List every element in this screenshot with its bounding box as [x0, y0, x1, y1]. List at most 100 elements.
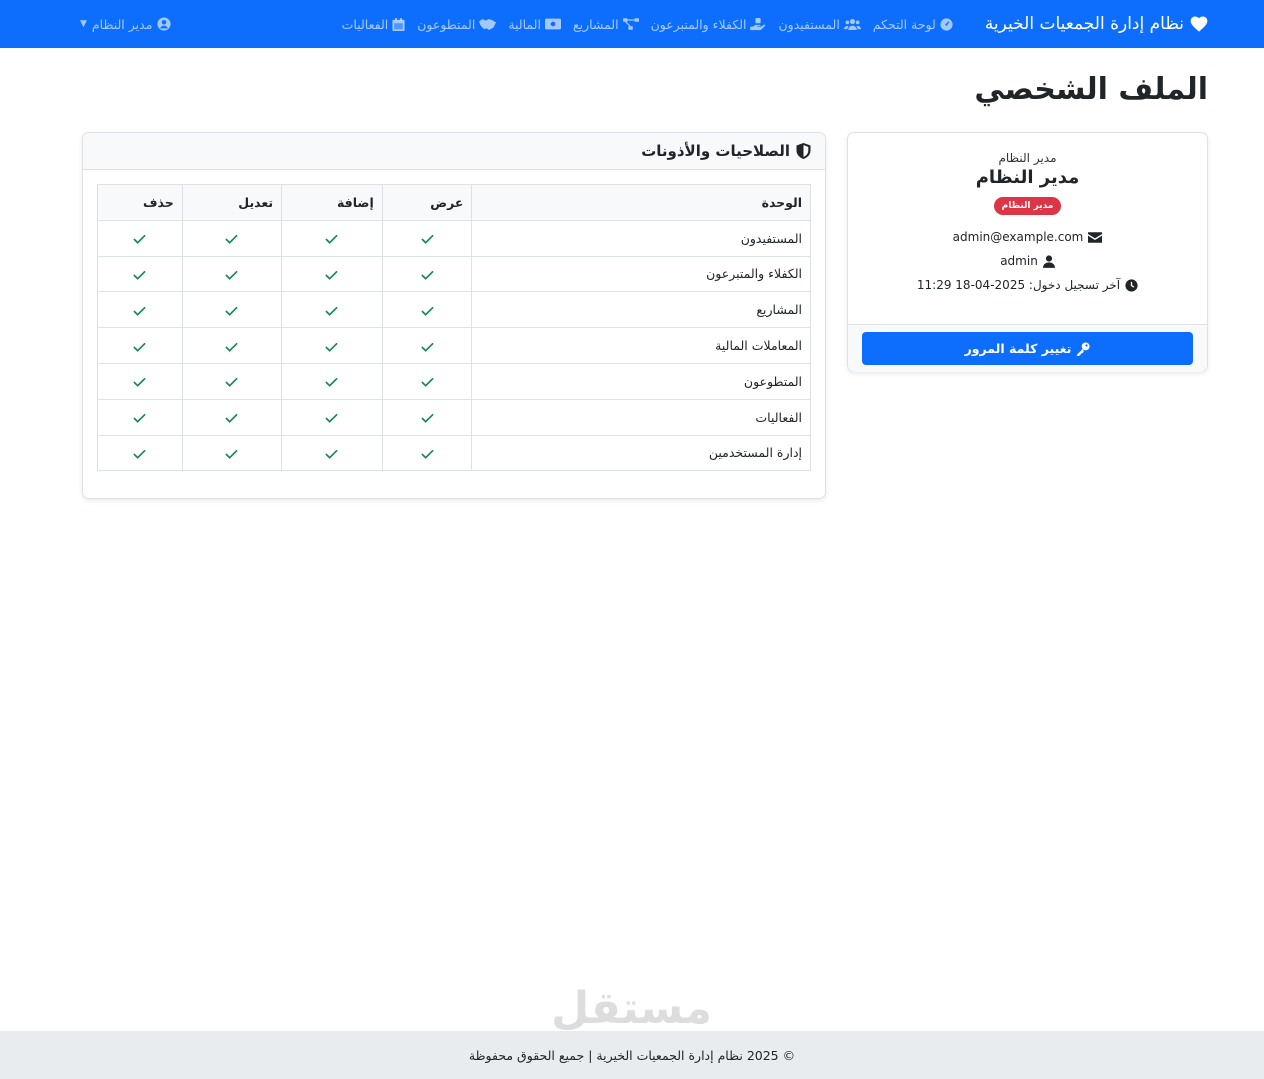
check-icon — [325, 270, 339, 280]
nav-item-projects[interactable]: المشاريع — [567, 17, 645, 32]
user-dropdown[interactable]: مدير النظام ▼ — [80, 17, 171, 32]
table-header-row: الوحدة عرض إضافة تعديل حذف — [97, 184, 811, 221]
permission-delete-cell — [97, 219, 183, 257]
check-icon — [225, 342, 239, 352]
profile-card-body: مدير النظام مدير النظام مدير النظام admi… — [848, 133, 1207, 324]
permissions-title: الصلاحيات والأذونات — [641, 142, 790, 160]
module-cell: الفعاليات — [471, 398, 811, 436]
nav-item-volunteers[interactable]: المتطوعون — [411, 17, 502, 32]
permission-delete-cell — [97, 291, 183, 329]
user-name: مدير النظام — [91, 16, 153, 32]
check-icon — [225, 234, 239, 245]
permissions-card: الصلاحيات والأذونات الوحدة عرض إضافة تعد… — [82, 132, 826, 499]
profile-name: مدير النظام — [975, 167, 1080, 188]
profile-info: admin@example.com admin آخر تسجيل دخول: … — [848, 225, 1207, 297]
check-icon — [133, 270, 147, 280]
permission-edit-cell — [181, 398, 283, 436]
permissions-table: الوحدة عرض إضافة تعديل حذف المستفيدون الك… — [97, 184, 811, 472]
check-icon — [325, 306, 339, 316]
username-line: admin — [848, 249, 1207, 273]
handshake-icon — [479, 18, 497, 30]
footer-text: © 2025 نظام إدارة الجمعيات الخيرية | جمي… — [468, 1047, 796, 1063]
module-cell: المشاريع — [471, 291, 811, 329]
module-cell: المستفيدون — [471, 219, 811, 257]
permission-view-cell — [381, 434, 473, 472]
header-delete: حذف — [97, 184, 183, 221]
nav-item-label: المالية — [508, 16, 541, 32]
permission-view-cell — [381, 291, 473, 329]
change-password-label: تغيير كلمة المرور — [964, 341, 1072, 356]
users-icon — [843, 18, 861, 30]
clock-icon — [1125, 278, 1138, 292]
page-title: الملف الشخصي — [974, 72, 1208, 107]
nav-item-label: المتطوعون — [417, 16, 476, 32]
permission-delete-cell — [97, 398, 183, 436]
table-row: المعاملات المالية — [97, 327, 811, 364]
nav-item-sponsors[interactable]: الكفلاء والمتبرعون — [645, 17, 773, 32]
permission-view-cell — [381, 255, 473, 293]
profile-card: مدير النظام مدير النظام مدير النظام admi… — [847, 132, 1208, 372]
check-icon — [325, 413, 339, 424]
profile-card-footer: تغيير كلمة المرور — [848, 324, 1207, 372]
nav-item-events[interactable]: الفعاليات — [336, 17, 412, 32]
check-icon — [420, 234, 434, 245]
header-add: إضافة — [281, 184, 383, 221]
check-icon — [133, 378, 147, 388]
check-icon — [420, 413, 434, 424]
check-icon — [133, 234, 147, 245]
user-circle-icon — [157, 17, 171, 31]
table-row: الكفلاء والمتبرعون — [97, 255, 811, 293]
brand-link[interactable]: نظام إدارة الجمعيات الخيرية — [985, 14, 1208, 34]
role-badge: مدير النظام — [993, 197, 1062, 215]
permission-delete-cell — [97, 255, 183, 293]
nav-item-beneficiaries[interactable]: المستفيدون — [772, 17, 866, 32]
check-icon — [225, 270, 239, 280]
check-icon — [420, 449, 434, 459]
nav-item-label: الكفلاء والمتبرعون — [650, 16, 747, 32]
nav-item-dashboard[interactable]: لوحة التحكم — [867, 17, 959, 32]
shield-icon — [796, 143, 811, 159]
header-edit: تعديل — [181, 184, 283, 221]
check-icon — [325, 342, 339, 352]
check-icon — [420, 306, 434, 316]
permission-add-cell — [281, 327, 383, 364]
user-icon — [1042, 254, 1055, 268]
last-login-value: آخر تسجيل دخول: 2025-04-18 11:29 — [916, 278, 1121, 292]
check-icon — [225, 413, 239, 424]
site-footer: © 2025 نظام إدارة الجمعيات الخيرية | جمي… — [0, 1031, 1264, 1079]
nav-item-label: لوحة التحكم — [872, 16, 936, 32]
permission-add-cell — [281, 291, 383, 329]
top-navbar: نظام إدارة الجمعيات الخيرية لوحة التحكم … — [0, 0, 1264, 48]
email-value: admin@example.com — [952, 230, 1084, 244]
username-value: admin — [1000, 254, 1038, 268]
check-icon — [325, 378, 339, 388]
check-icon — [133, 449, 147, 459]
change-password-button[interactable]: تغيير كلمة المرور — [862, 332, 1193, 365]
calendar-icon — [392, 17, 405, 31]
brand-title: نظام إدارة الجمعيات الخيرية — [984, 14, 1184, 34]
permission-edit-cell — [181, 291, 283, 329]
permissions-card-body: الوحدة عرض إضافة تعديل حذف المستفيدون الك… — [83, 170, 825, 485]
email-line: admin@example.com — [848, 225, 1207, 249]
envelope-icon — [1088, 231, 1103, 243]
permission-edit-cell — [181, 255, 283, 293]
heart-icon — [1190, 16, 1208, 32]
watermark-arabic: مستقل — [551, 983, 712, 1034]
project-diagram-icon — [622, 18, 639, 30]
permission-add-cell — [281, 219, 383, 257]
permissions-card-header: الصلاحيات والأذونات — [83, 133, 825, 170]
permission-view-cell — [381, 327, 473, 364]
permission-delete-cell — [97, 362, 183, 400]
nav-item-label: الفعاليات — [341, 16, 389, 32]
module-cell: إدارة المستخدمين — [471, 434, 811, 472]
table-row: المتطوعون — [97, 362, 811, 400]
avatar: مدير النظام — [998, 151, 1057, 165]
table-row: المشاريع — [97, 291, 811, 329]
hand-holding-icon — [750, 17, 766, 30]
last-login-line: آخر تسجيل دخول: 2025-04-18 11:29 — [848, 273, 1207, 297]
check-icon — [420, 342, 434, 352]
money-icon — [544, 18, 561, 30]
nav-item-finance[interactable]: المالية — [502, 17, 567, 32]
permission-view-cell — [381, 362, 473, 400]
table-row: المستفيدون — [97, 219, 811, 257]
